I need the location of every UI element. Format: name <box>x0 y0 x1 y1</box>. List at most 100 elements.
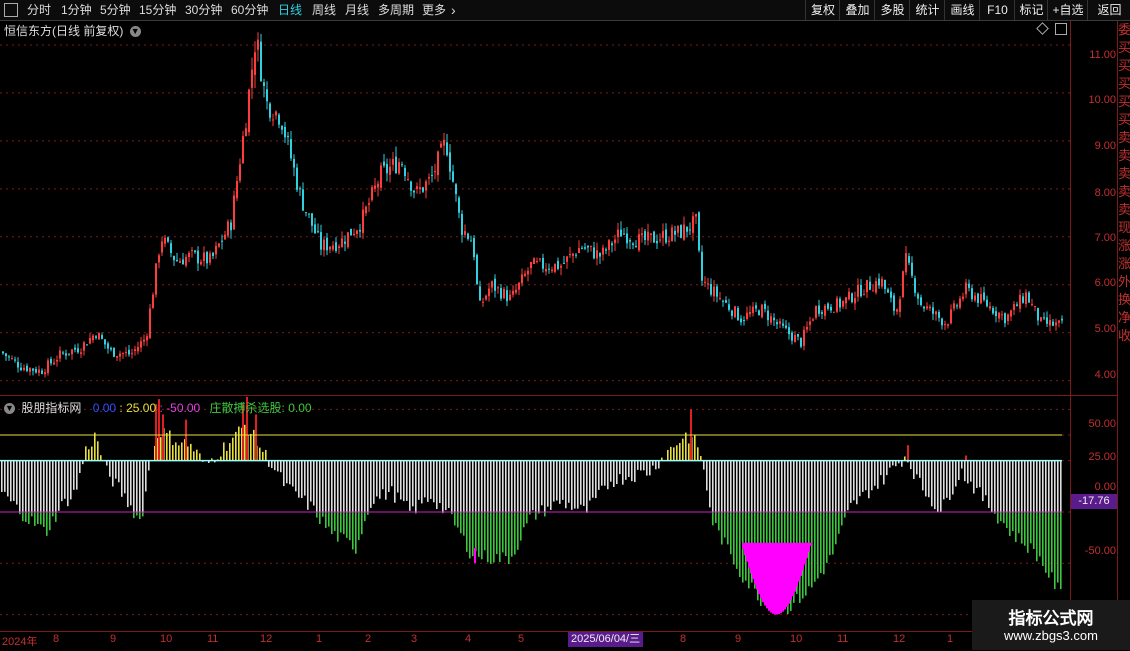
candle-body <box>659 240 661 241</box>
candle-body <box>353 234 355 235</box>
period-tab-30min[interactable]: 30分钟 <box>185 0 222 20</box>
indicator-bar <box>1027 461 1029 512</box>
candle-body <box>536 261 538 262</box>
candle-body <box>194 251 196 253</box>
indicator-bar <box>325 512 327 528</box>
date-label: 9 <box>110 633 116 645</box>
candle-body <box>710 284 712 295</box>
candle-body <box>1040 317 1042 321</box>
chevron-down-icon[interactable]: ▼ <box>4 403 15 414</box>
date-label: 12 <box>893 633 905 645</box>
add-watchlist-button[interactable]: +自选 <box>1047 0 1088 20</box>
period-tab-60min[interactable]: 60分钟 <box>231 0 268 20</box>
indicator-bar <box>442 461 444 512</box>
indicator-bar <box>667 450 669 461</box>
indicator-chart[interactable] <box>0 397 1070 630</box>
period-tab-more[interactable]: 更多 <box>422 0 446 20</box>
indicator-bar <box>376 461 378 497</box>
candle-body <box>719 298 721 299</box>
candle-body <box>662 231 664 238</box>
candle-body <box>1010 310 1012 316</box>
mark-button[interactable]: 标记 <box>1014 0 1048 20</box>
indicator-bar <box>412 461 414 507</box>
indicator-signal-bar <box>796 543 798 587</box>
overlay-button[interactable]: 叠加 <box>839 0 875 20</box>
candle-body <box>401 164 403 165</box>
indicator-bar <box>490 461 492 512</box>
candle-body <box>164 238 166 244</box>
chevron-down-icon[interactable]: ▼ <box>130 26 141 37</box>
price-axis-label: 6.00 <box>1074 277 1116 289</box>
indicator-bar <box>976 461 978 488</box>
indicator-bar <box>1051 461 1053 512</box>
indicator-bar <box>325 461 327 512</box>
candle-body <box>110 348 112 350</box>
indicator-bar <box>751 461 753 512</box>
indicator-bar <box>784 461 786 512</box>
candle-body <box>902 271 904 297</box>
candle-body <box>410 182 412 191</box>
candle-body <box>374 185 376 188</box>
period-tab-15min[interactable]: 15分钟 <box>139 0 176 20</box>
candlestick-chart[interactable] <box>0 21 1070 395</box>
candle-body <box>86 344 88 345</box>
chevron-right-icon[interactable]: › <box>451 0 456 20</box>
indicator-bar <box>265 450 267 461</box>
indicator-bar <box>1054 461 1056 512</box>
indicator-bar <box>766 461 768 512</box>
candle-body <box>137 347 139 351</box>
candle-body <box>650 233 652 234</box>
candle-body <box>1016 304 1018 306</box>
candle-body <box>329 247 331 250</box>
draw-line-button[interactable]: 画线 <box>944 0 980 20</box>
indicator-bar <box>796 461 798 512</box>
window-menu-icon[interactable] <box>4 3 18 17</box>
candle-body <box>458 198 460 213</box>
date-label: 1 <box>947 633 953 645</box>
indicator-bar <box>493 461 495 512</box>
indicator-bar <box>481 512 483 559</box>
panel-divider[interactable] <box>0 395 1117 396</box>
candle-body <box>251 70 253 88</box>
indicator-bar <box>829 461 831 512</box>
period-tab-multi[interactable]: 多周期 <box>378 0 414 20</box>
indicator-bar <box>274 461 276 471</box>
candle-body <box>38 370 40 373</box>
indicator-bar <box>553 461 555 502</box>
period-tab-5min[interactable]: 5分钟 <box>100 0 131 20</box>
period-tab-1min[interactable]: 1分钟 <box>61 0 92 20</box>
candle-body <box>368 203 370 205</box>
period-tab-monthly[interactable]: 月线 <box>345 0 369 20</box>
candle-body <box>167 237 169 241</box>
candle-body <box>935 311 937 314</box>
candle-body <box>134 349 136 351</box>
candle-body <box>170 243 172 253</box>
indicator-bar <box>850 461 852 503</box>
indicator-bar <box>76 461 78 490</box>
fuquan-button[interactable]: 复权 <box>805 0 840 20</box>
candle-body <box>305 212 307 213</box>
indicator-bar <box>22 512 24 521</box>
indicator-bar <box>283 461 285 486</box>
window-icon[interactable] <box>1055 23 1067 35</box>
candle-body <box>248 90 250 133</box>
candle-body <box>98 333 100 340</box>
indicator-bar <box>994 461 996 512</box>
indicator-bar <box>586 461 588 512</box>
indicator-bar <box>1054 512 1056 589</box>
multi-stock-button[interactable]: 多股 <box>874 0 910 20</box>
statistics-button[interactable]: 统计 <box>909 0 945 20</box>
candle-body <box>983 292 985 299</box>
indicator-bar <box>118 461 120 483</box>
period-tab-weekly[interactable]: 周线 <box>312 0 336 20</box>
period-tab-daily[interactable]: 日线 <box>278 0 302 20</box>
indicator-bar <box>1006 512 1008 528</box>
candle-body <box>518 283 520 290</box>
candle-body <box>914 278 916 293</box>
period-tab-fenshi[interactable]: 分时 <box>27 0 51 20</box>
indicator-bar <box>34 512 36 526</box>
back-button[interactable]: 返回 <box>1087 0 1130 20</box>
f10-button[interactable]: F10 <box>979 0 1015 20</box>
indicator-bar <box>391 461 393 487</box>
indicator-signal-bar <box>762 543 764 602</box>
